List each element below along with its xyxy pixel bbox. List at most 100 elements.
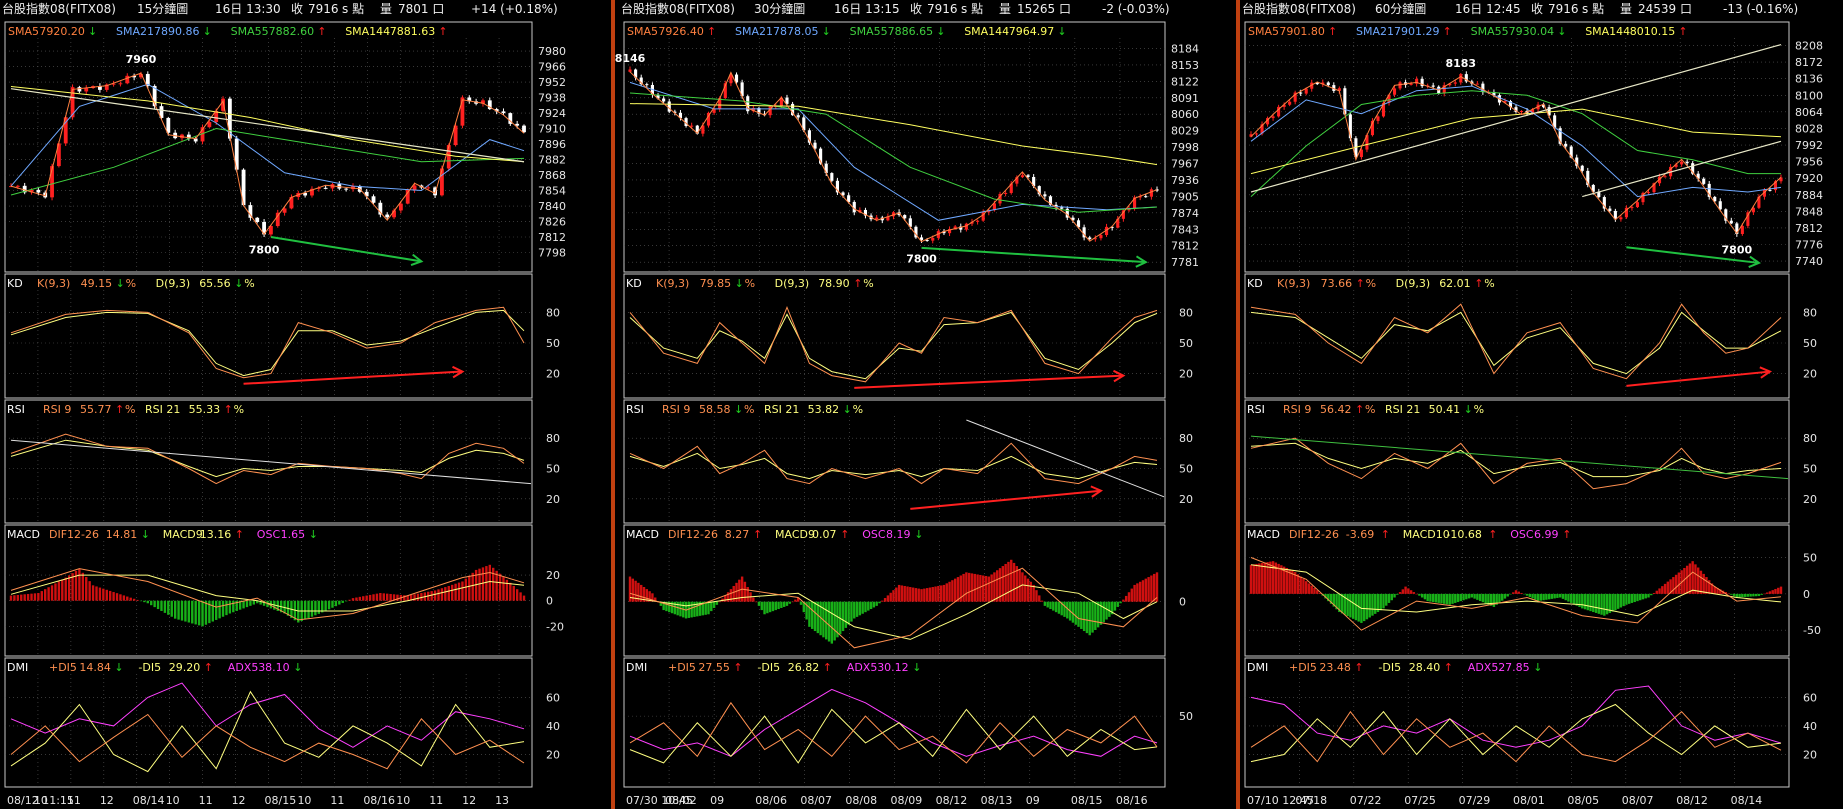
- kd-arrow-up-icon: ↑: [853, 277, 862, 290]
- macd-histogram-bar: [228, 600, 232, 614]
- macd-histogram-bar: [232, 600, 235, 613]
- macd-histogram-bar: [358, 596, 362, 601]
- macd-histogram-bar: [718, 601, 721, 603]
- macd-histogram-bar: [30, 593, 33, 601]
- x-axis-tick: 12: [100, 794, 114, 807]
- macd-histogram-bar: [1116, 601, 1119, 607]
- dmi-arrow-up-icon: ↑: [204, 661, 213, 674]
- candle-body: [1619, 217, 1623, 220]
- macd-axis-tick: -50: [1803, 624, 1821, 637]
- macd-histogram-bar: [1040, 600, 1044, 602]
- ma-header-value-2: 7886.65: [888, 25, 934, 38]
- macd-histogram-bar: [184, 600, 187, 622]
- macd-histogram-bar: [1052, 601, 1055, 611]
- macd-histogram-bar: [830, 601, 834, 644]
- macd-histogram-bar: [875, 601, 878, 606]
- rsi9-line: [1250, 437, 1782, 490]
- price-axis-tick: 8029: [1171, 125, 1199, 138]
- macd-histogram-bar: [437, 589, 440, 601]
- ma-header-value-0: 7920.20: [39, 25, 85, 38]
- macd-histogram-bar: [1249, 564, 1253, 594]
- close-unit: s 點: [342, 2, 364, 16]
- rsi-panel-label: RSI: [7, 403, 25, 416]
- rsi-percent-sign: %: [1365, 403, 1375, 416]
- macd-arrow-up-icon: ↑: [235, 528, 244, 541]
- macd-histogram-bar: [1371, 593, 1374, 616]
- price-axis-tick: 7938: [538, 92, 566, 105]
- rsi21-line: [629, 452, 1158, 480]
- dmi-legend-value: 23.48: [1319, 661, 1351, 674]
- chart-title-row: 台股指數08(FITX08) 30分鐘圖 16日 13:15 收 7916 s 點 量 152…: [621, 1, 1170, 16]
- price-axis-tick: 7992: [1795, 139, 1823, 152]
- macd-histogram-bar: [450, 584, 454, 601]
- ma-header-value-3: 7964.97: [1009, 25, 1055, 38]
- macd-histogram-bar: [344, 600, 348, 602]
- macd-histogram-bar: [1299, 576, 1302, 594]
- candle-body: [1740, 225, 1744, 234]
- dmi-arrow-up-icon: ↑: [1354, 661, 1363, 674]
- dmi-legend-value: 27.85: [1498, 661, 1530, 674]
- macd-arrow-up-icon: ↑: [1562, 528, 1571, 541]
- volume-value: 15265 口: [1017, 2, 1071, 16]
- macd-histogram-bar: [844, 601, 848, 628]
- x-axis-tick: 11: [330, 794, 344, 807]
- macd-histogram-bar: [1434, 593, 1438, 603]
- kd-arrow-down-icon: ↓: [735, 277, 744, 290]
- price-axis-tick: 7812: [1171, 240, 1199, 253]
- macd-histogram-bar: [914, 588, 918, 602]
- rsi-arrow-down-icon: ↓: [1464, 403, 1473, 416]
- kd-legend-value: 78.90: [818, 277, 850, 290]
- macd-histogram-bar: [1666, 581, 1670, 594]
- macd-histogram-bar: [1644, 593, 1647, 599]
- d-line: [10, 309, 525, 377]
- candle-body: [1398, 82, 1402, 89]
- macd-histogram-bar: [61, 579, 64, 601]
- ma-header-label-1: SMA21: [1356, 25, 1394, 38]
- candle-body: [446, 145, 451, 169]
- macd-histogram-bar: [864, 601, 867, 613]
- macd-histogram-bar: [1691, 561, 1694, 594]
- kd-axis-tick: 80: [1179, 306, 1193, 319]
- macd-histogram-bar: [1536, 593, 1540, 602]
- price-axis-tick: 7874: [1171, 207, 1199, 220]
- candle-body: [976, 220, 980, 222]
- candle-body: [84, 88, 89, 92]
- macd-histogram-bar: [827, 601, 831, 642]
- candle-body: [77, 87, 82, 92]
- candle-body: [1630, 207, 1634, 209]
- macd-histogram-bar: [1362, 593, 1366, 622]
- ma-header-arrow-up-icon: ↑: [1678, 25, 1687, 38]
- macd-histogram-bar: [139, 600, 143, 602]
- macd-histogram-bar: [1296, 574, 1300, 594]
- dmi-legend-value: 30.12: [877, 661, 909, 674]
- macd-histogram-bar: [218, 600, 221, 619]
- macd-histogram-bar: [457, 582, 461, 601]
- d-line: [629, 311, 1158, 380]
- ma-header-arrow-up-icon: ↑: [1328, 25, 1337, 38]
- macd-histogram-bar: [492, 567, 495, 601]
- macd-histogram-bar: [331, 600, 334, 608]
- macd-histogram-bar: [105, 589, 108, 601]
- macd-histogram-bar: [799, 601, 803, 605]
- macd-histogram-bar: [498, 573, 502, 601]
- macd-legend-label: OSC: [257, 528, 281, 541]
- macd-histogram-bar: [704, 601, 707, 615]
- macd-histogram-bar: [1677, 572, 1681, 594]
- macd-histogram-bar: [389, 593, 392, 601]
- macd-histogram-bar: [461, 581, 464, 601]
- kd-divergence-arrow: [854, 374, 1124, 389]
- kd-axis-tick: 50: [1803, 337, 1817, 350]
- kd-legend-label: K(9,3): [656, 277, 689, 290]
- ma-header-label-0: SMA5: [627, 25, 658, 38]
- macd-histogram-bar: [861, 601, 864, 614]
- chart-3: 台股指數08(FITX08) 60分鐘圖 16日 12:45 收 7916 s 點 量 245…: [1242, 1, 1823, 807]
- macd-histogram-bar: [1398, 592, 1402, 594]
- macd-histogram-bar: [1768, 591, 1772, 594]
- macd-histogram-bar: [1534, 593, 1537, 600]
- macd-histogram-bar: [136, 599, 139, 601]
- macd-histogram-bar: [1694, 564, 1697, 594]
- dmi-panel-label: DMI: [626, 661, 647, 674]
- price-axis-tick: 7966: [538, 61, 566, 74]
- candle-body: [1663, 176, 1667, 178]
- macd-histogram-bar: [942, 584, 946, 602]
